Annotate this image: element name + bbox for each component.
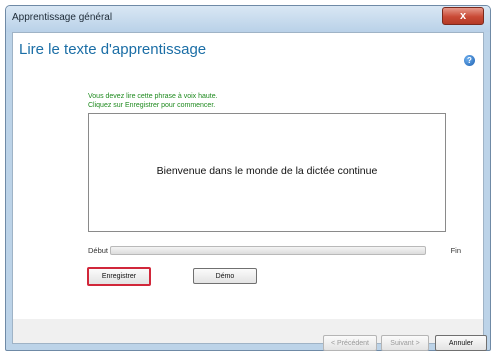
record-button[interactable]: Enregistrer xyxy=(87,267,151,286)
phrase-text-box: Bienvenue dans le monde de la dictée con… xyxy=(88,113,446,232)
page-title: Lire le texte d'apprentissage xyxy=(19,41,207,58)
previous-button[interactable]: < Précédent xyxy=(323,335,377,351)
window-title: Apprentissage général xyxy=(12,12,113,23)
progress-end-label: Fin xyxy=(450,246,461,255)
help-icon[interactable]: ? xyxy=(464,55,475,66)
phrase-text: Bienvenue dans le monde de la dictée con… xyxy=(156,165,378,177)
instruction-line-2: Cliquez sur Enregistrer pour commencer. xyxy=(88,102,216,109)
close-button[interactable]: x xyxy=(442,7,484,25)
help-icon-glyph: ? xyxy=(467,56,472,65)
progress-row: Début Fin xyxy=(88,244,461,258)
training-dialog: Apprentissage général x Lire le texte d'… xyxy=(5,5,491,351)
cancel-button[interactable]: Annuler xyxy=(435,335,487,351)
demo-button[interactable]: Démo xyxy=(193,268,257,284)
instruction-line-1: Vous devez lire cette phrase à voix haut… xyxy=(88,93,218,100)
close-icon: x xyxy=(459,10,467,22)
dialog-content: Lire le texte d'apprentissage ? Vous dev… xyxy=(12,32,487,351)
next-button[interactable]: Suivant > xyxy=(381,335,429,351)
progress-bar xyxy=(110,246,426,255)
progress-start-label: Début xyxy=(88,246,109,255)
title-bar[interactable]: Apprentissage général x xyxy=(6,6,490,32)
